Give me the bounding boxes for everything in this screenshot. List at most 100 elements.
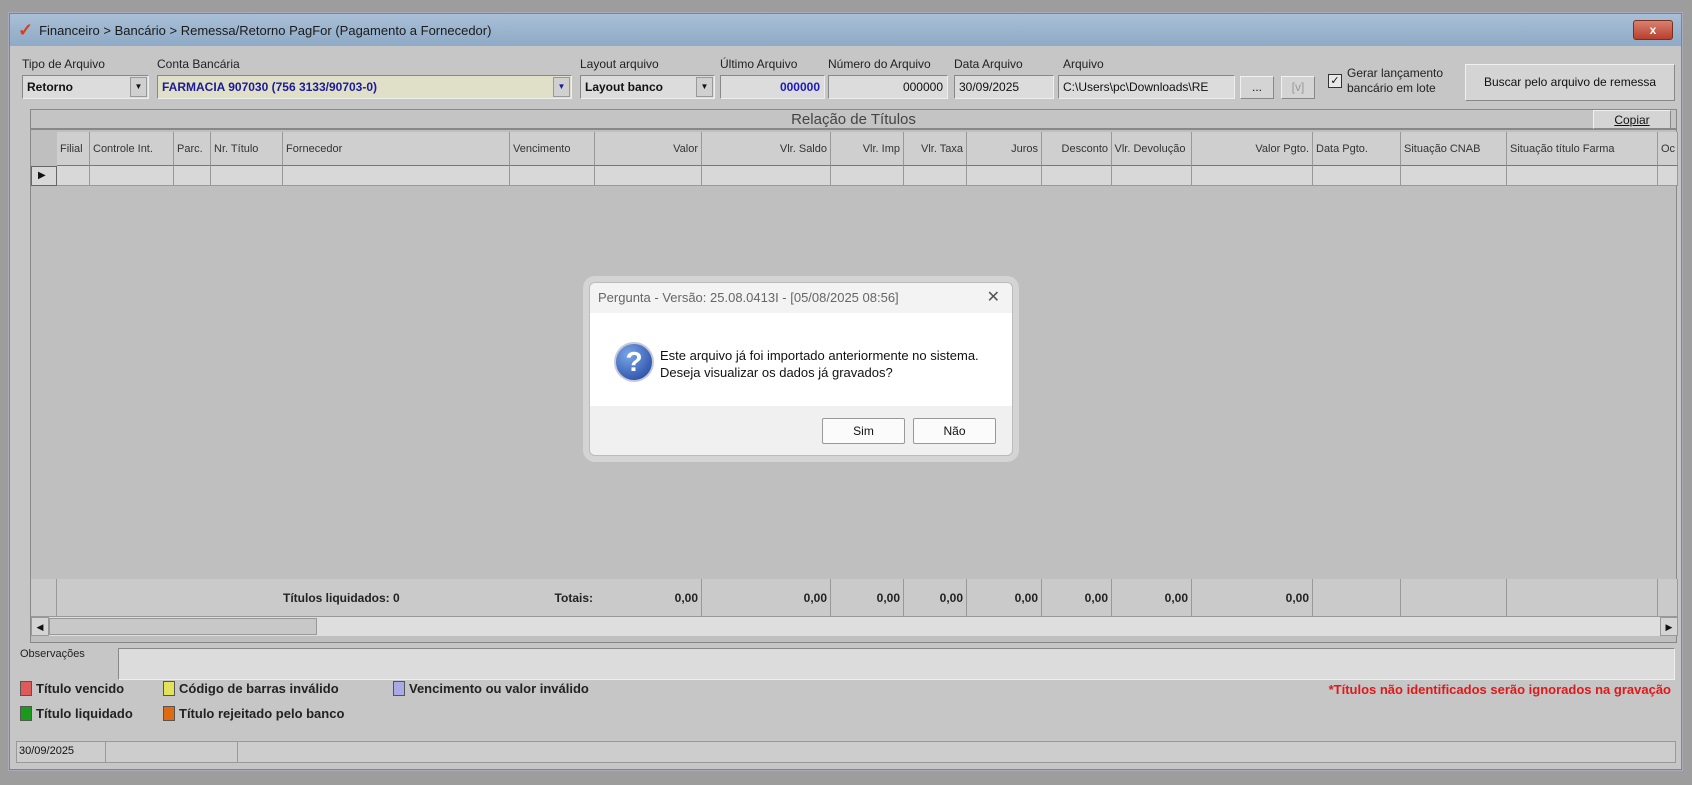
- table-cell[interactable]: [1112, 166, 1192, 186]
- scroll-right-icon[interactable]: ▶: [1660, 617, 1678, 636]
- table-cell[interactable]: [595, 166, 702, 186]
- numero-arquivo-field[interactable]: 000000: [828, 75, 948, 99]
- grid-title: Relação de Títulos: [31, 110, 1676, 130]
- legend-label: Vencimento ou valor inválido: [409, 681, 589, 696]
- table-cell[interactable]: [90, 166, 174, 186]
- total-cell: 0,00: [1192, 579, 1313, 616]
- table-cell[interactable]: [57, 166, 90, 186]
- close-button[interactable]: x: [1633, 20, 1673, 40]
- total-cell: [1401, 579, 1507, 616]
- column-header[interactable]: Parc.: [174, 132, 211, 166]
- legend-titulo-liquidado: Título liquidado: [20, 706, 133, 721]
- total-cell: 0,00: [904, 579, 967, 616]
- column-header[interactable]: Valor Pgto.: [1192, 132, 1313, 166]
- legend-label: Título rejeitado pelo banco: [179, 706, 345, 721]
- legend-titulo-vencido: Título vencido: [20, 681, 124, 696]
- window-title: Financeiro > Bancário > Remessa/Retorno …: [39, 22, 492, 38]
- data-arquivo-field[interactable]: 30/09/2025: [954, 75, 1054, 99]
- table-cell[interactable]: [702, 166, 831, 186]
- legend-vencimento-valor: Vencimento ou valor inválido: [393, 681, 589, 696]
- no-button[interactable]: Não: [913, 418, 996, 444]
- total-cell: 0,00: [831, 579, 904, 616]
- column-header[interactable]: Vlr. Devolução: [1112, 132, 1192, 166]
- legend-swatch: [393, 681, 405, 696]
- tipo-arquivo-select[interactable]: Retorno ▼: [22, 75, 149, 99]
- status-bar: 30/09/2025: [16, 741, 1676, 763]
- table-cell[interactable]: [1401, 166, 1507, 186]
- dialog-line-2: Deseja visualizar os dados já gravados?: [660, 365, 893, 380]
- column-header[interactable]: Situação título Farma: [1507, 132, 1658, 166]
- ultimo-label: Último Arquivo: [720, 57, 798, 71]
- column-header[interactable]: Juros: [967, 132, 1042, 166]
- yes-button[interactable]: Sim: [822, 418, 905, 444]
- total-cell: 0,00: [967, 579, 1042, 616]
- row-indicator-icon: ▶: [31, 166, 57, 186]
- column-header[interactable]: Vencimento: [510, 132, 595, 166]
- dialog-close-icon[interactable]: ✕: [987, 287, 1000, 307]
- conta-bancaria-select[interactable]: FARMACIA 907030 (756 3133/90703-0) ▼: [157, 75, 572, 99]
- legend-swatch: [20, 681, 32, 696]
- column-header[interactable]: Vlr. Saldo: [702, 132, 831, 166]
- browse-button[interactable]: ...: [1240, 76, 1274, 99]
- conta-value: FARMACIA 907030 (756 3133/90703-0): [162, 80, 378, 94]
- total-cell: 0,00: [1112, 579, 1192, 616]
- column-header[interactable]: Vlr. Taxa: [904, 132, 967, 166]
- column-header[interactable]: Valor: [595, 132, 702, 166]
- horizontal-scrollbar[interactable]: ◀ ▶: [31, 616, 1678, 636]
- column-header[interactable]: Controle Int.: [90, 132, 174, 166]
- table-cell[interactable]: [904, 166, 967, 186]
- total-cell: [1658, 579, 1678, 616]
- legend-swatch: [20, 706, 32, 721]
- numero-label: Número do Arquivo: [828, 57, 931, 71]
- observacoes-field[interactable]: [118, 648, 1675, 680]
- table-cell[interactable]: [1313, 166, 1401, 186]
- warning-text: *Títulos não identificados serão ignorad…: [1328, 682, 1671, 697]
- column-header[interactable]: Filial: [57, 132, 90, 166]
- legend-swatch: [163, 706, 175, 721]
- column-header[interactable]: Oc: [1658, 132, 1678, 166]
- legend-label: Título liquidado: [36, 706, 133, 721]
- app-logo-icon: ✓: [18, 19, 34, 40]
- scrollbar-thumb[interactable]: [49, 618, 317, 635]
- totais-label: Totais:: [554, 590, 593, 605]
- copy-button[interactable]: Copiar: [1593, 110, 1671, 129]
- legend-label: Título vencido: [36, 681, 125, 696]
- column-header[interactable]: Desconto: [1042, 132, 1112, 166]
- title-bar: ✓ Financeiro > Bancário > Remessa/Retorn…: [10, 14, 1681, 46]
- total-cell: 0,00: [1042, 579, 1112, 616]
- table-cell[interactable]: [1507, 166, 1658, 186]
- table-cell[interactable]: [831, 166, 904, 186]
- column-header[interactable]: Fornecedor: [283, 132, 510, 166]
- chevron-down-icon: ▼: [696, 77, 713, 97]
- table-cell[interactable]: [1658, 166, 1678, 186]
- layout-arquivo-select[interactable]: Layout banco ▼: [580, 75, 715, 99]
- legend-label: Código de barras inválido: [179, 681, 339, 696]
- view-button[interactable]: [v]: [1281, 76, 1315, 99]
- gerar-label-2: bancário em lote: [1347, 81, 1436, 95]
- total-cell: 0,00: [702, 579, 831, 616]
- legend-codigo-barras: Código de barras inválido: [163, 681, 339, 696]
- layout-value: Layout banco: [585, 80, 664, 94]
- table-cell[interactable]: [1042, 166, 1112, 186]
- column-header[interactable]: Nr. Título: [211, 132, 283, 166]
- column-header[interactable]: Data Pgto.: [1313, 132, 1401, 166]
- table-cell[interactable]: [283, 166, 510, 186]
- buscar-remessa-button[interactable]: Buscar pelo arquivo de remessa: [1465, 64, 1675, 101]
- gerar-lancamento-checkbox[interactable]: ✓: [1328, 74, 1342, 88]
- table-cell[interactable]: [967, 166, 1042, 186]
- column-header[interactable]: Situação CNAB: [1401, 132, 1507, 166]
- scroll-left-icon[interactable]: ◀: [31, 617, 49, 636]
- table-cell[interactable]: [510, 166, 595, 186]
- data-label: Data Arquivo: [954, 57, 1023, 71]
- column-header[interactable]: Vlr. Imp: [831, 132, 904, 166]
- total-cell: 0,00: [595, 579, 702, 616]
- ultimo-arquivo-field[interactable]: 000000: [720, 75, 825, 99]
- liquidados-count: Títulos liquidados: 0: [283, 590, 400, 605]
- table-cell[interactable]: [211, 166, 283, 186]
- arquivo-path-field[interactable]: C:\Users\pc\Downloads\RE: [1058, 75, 1235, 99]
- gerar-label-1: Gerar lançamento: [1347, 66, 1444, 80]
- conta-label: Conta Bancária: [157, 57, 240, 71]
- table-cell[interactable]: [1192, 166, 1313, 186]
- table-cell[interactable]: [174, 166, 211, 186]
- chevron-down-icon: ▼: [553, 77, 570, 97]
